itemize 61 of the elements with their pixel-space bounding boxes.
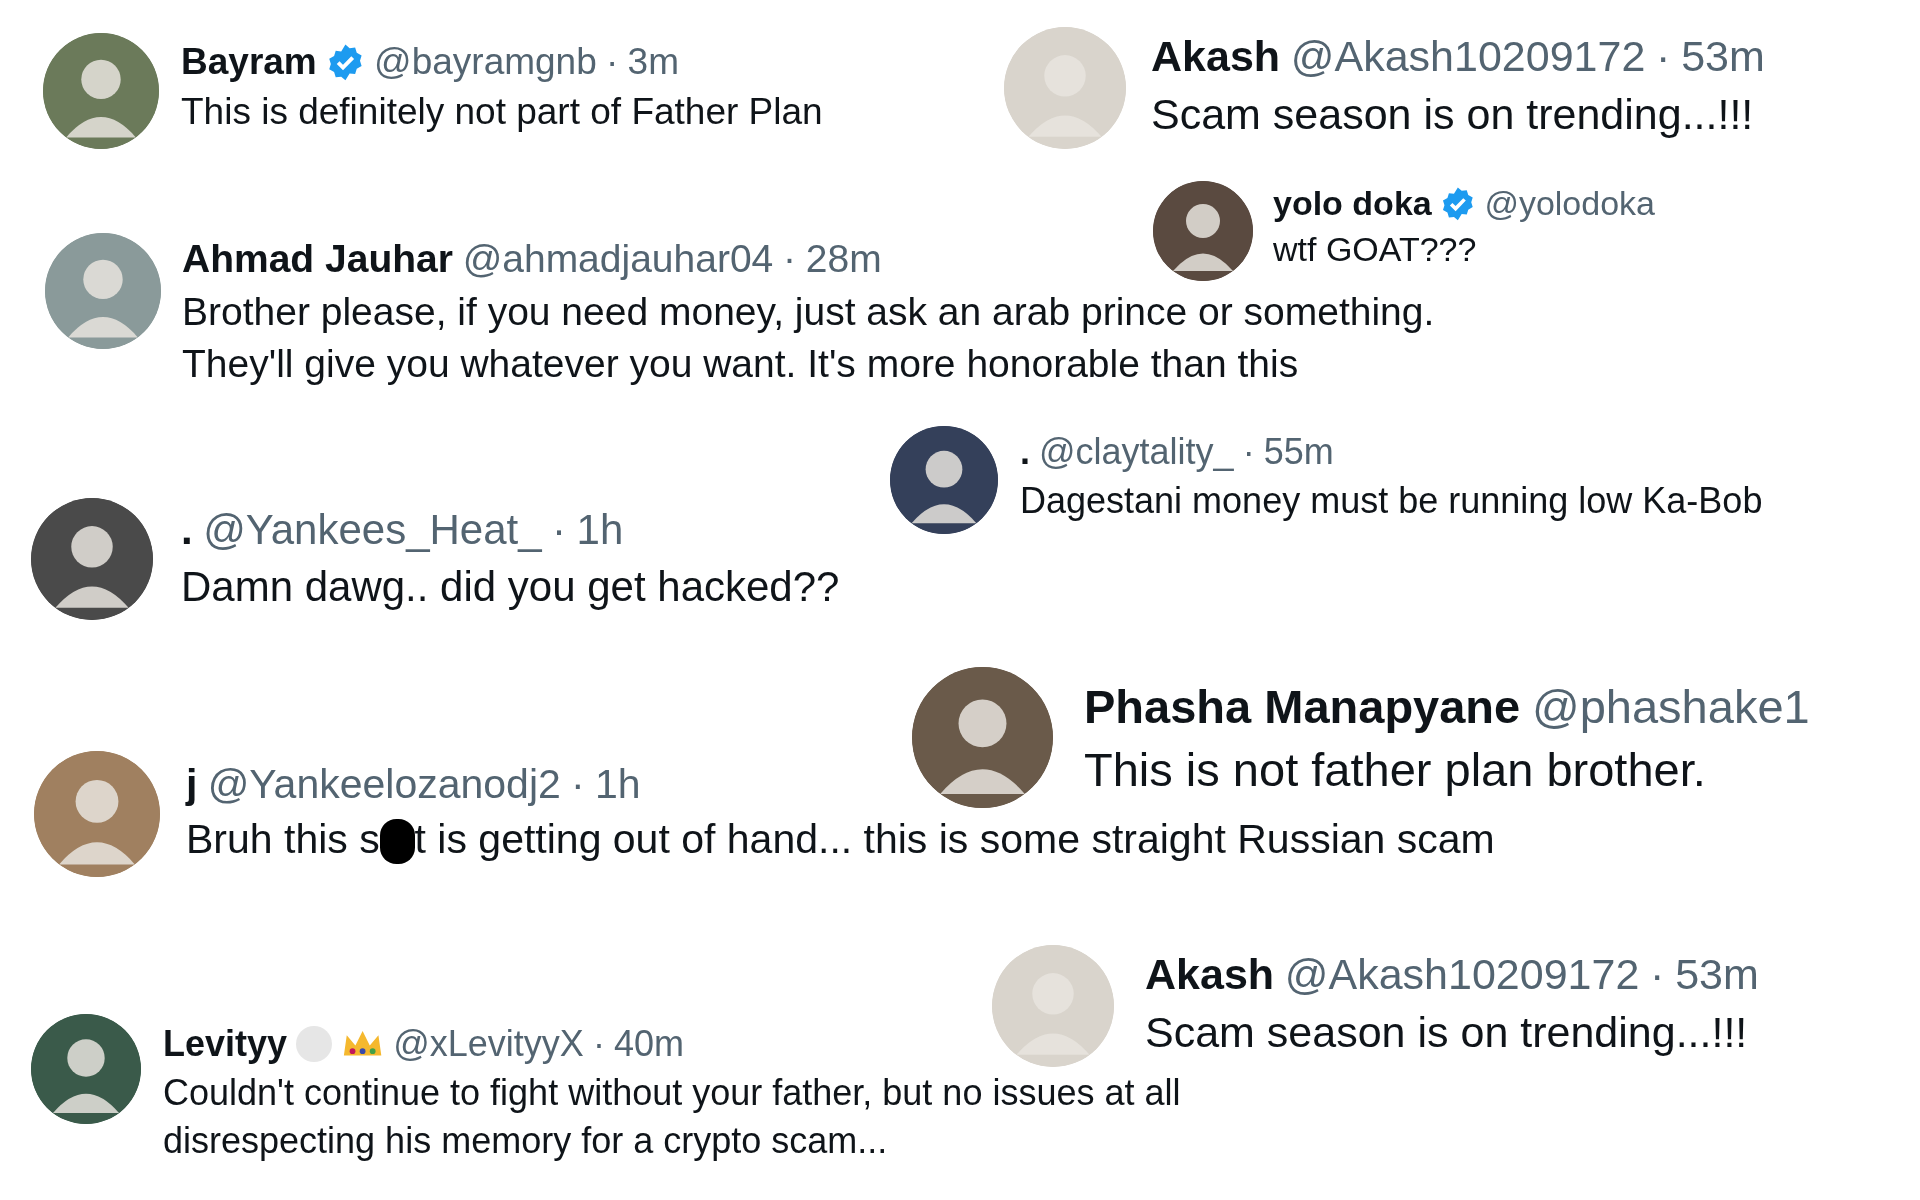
- user-handle[interactable]: @yolodoka: [1484, 181, 1655, 227]
- post-time[interactable]: 3m: [627, 37, 679, 87]
- post-text: Couldn't continue to fight without your father, but no issues at all: [163, 1070, 1181, 1115]
- post-text: Bruh this s: [186, 816, 380, 863]
- user-handle[interactable]: @Akash10209172: [1284, 945, 1640, 1004]
- separator-dot: ·: [1650, 949, 1665, 1000]
- separator-dot: ·: [783, 236, 797, 282]
- post-text: Damn dawg.. did you get hacked??: [181, 561, 840, 612]
- user-name[interactable]: Phasha Manapyane: [1084, 675, 1521, 739]
- censor-mark: [379, 818, 415, 864]
- avatar-icon: [890, 426, 998, 534]
- post-text: t is getting out of hand... this is some straight Russian scam: [414, 816, 1495, 863]
- avatar-icon: [992, 945, 1114, 1067]
- post-time[interactable]: 53m: [1681, 27, 1765, 86]
- avatar-icon: [31, 498, 153, 620]
- post-text: Brother please, if you need money, just ask an arab prince or something.: [182, 288, 1435, 335]
- separator-dot: ·: [571, 760, 585, 809]
- badge-circle-icon: [296, 1026, 333, 1063]
- avatar-icon: [912, 667, 1053, 808]
- avatar-icon: [1153, 181, 1253, 281]
- user-handle[interactable]: @claytality_: [1039, 428, 1234, 477]
- user-handle[interactable]: @ahmadjauhar04: [462, 233, 774, 286]
- post-time[interactable]: 55m: [1263, 428, 1334, 477]
- user-name[interactable]: .: [181, 502, 193, 559]
- separator-dot: ·: [1656, 31, 1671, 82]
- user-name[interactable]: Akash: [1151, 27, 1281, 86]
- user-name[interactable]: Bayram: [181, 37, 317, 87]
- post-time[interactable]: 1h: [576, 502, 624, 559]
- post-time[interactable]: 1h: [595, 757, 641, 813]
- post-text: This is not father plan brother.: [1084, 742, 1707, 799]
- user-handle[interactable]: @Akash10209172: [1290, 27, 1646, 86]
- user-name[interactable]: .: [1020, 428, 1030, 477]
- post-text: Scam season is on trending...!!!: [1151, 89, 1755, 141]
- avatar-icon: [31, 1014, 141, 1124]
- user-handle[interactable]: @Yankeelozanodj2: [207, 757, 561, 813]
- user-name[interactable]: Levityy: [163, 1020, 288, 1069]
- user-name[interactable]: yolo doka: [1273, 181, 1432, 227]
- post-time[interactable]: 40m: [613, 1020, 684, 1069]
- post-text: They'll give you whatever you want. It's more honorable than this: [182, 341, 1300, 388]
- avatar-icon: [45, 233, 161, 349]
- user-name[interactable]: Ahmad Jauhar: [182, 233, 453, 286]
- post-text: disrespecting his memory for a crypto scam...: [163, 1119, 889, 1164]
- user-handle[interactable]: @Yankees_Heat_: [203, 502, 542, 559]
- post-text: wtf GOAT???: [1273, 228, 1478, 270]
- separator-dot: ·: [606, 40, 619, 84]
- separator-dot: ·: [592, 1022, 605, 1066]
- separator-dot: ·: [552, 505, 567, 555]
- user-name[interactable]: j: [186, 757, 198, 813]
- user-handle[interactable]: @xLevityyX: [393, 1020, 584, 1069]
- avatar-icon: [1004, 27, 1126, 149]
- post-text: Dagestani money must be running low Ka-Bob: [1020, 478, 1763, 523]
- post-text: This is definitely not part of Father Plan: [181, 89, 823, 134]
- post-time[interactable]: 53m: [1675, 945, 1759, 1004]
- user-handle[interactable]: @bayramgnb: [374, 37, 597, 87]
- separator-dot: ·: [1242, 430, 1255, 474]
- user-name[interactable]: Akash: [1145, 945, 1275, 1004]
- post-text: Scam season is on trending...!!!: [1145, 1007, 1749, 1059]
- avatar-icon: [43, 33, 159, 149]
- post-time[interactable]: 28m: [805, 233, 882, 286]
- user-handle[interactable]: @phashake1: [1531, 675, 1810, 739]
- avatar-icon: [34, 751, 160, 877]
